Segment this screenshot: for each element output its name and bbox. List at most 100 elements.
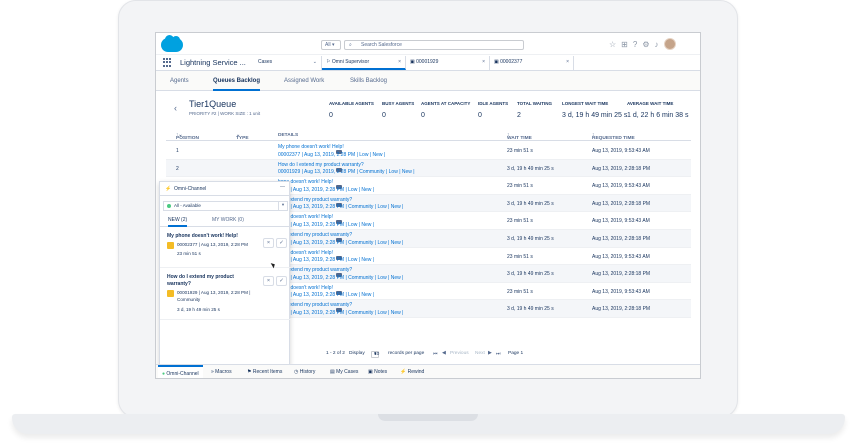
row-title-link[interactable]: How do I extend my product warranty? — [278, 162, 364, 168]
available-status-icon — [167, 204, 171, 208]
utility-macros[interactable]: » Macros — [211, 365, 232, 378]
decline-button[interactable]: × — [263, 276, 274, 286]
row-meta-link[interactable]: 1929 | Aug 13, 2019, 2:28 PM | Community… — [278, 310, 403, 316]
back-arrow-icon[interactable]: ‹ — [174, 103, 177, 113]
case-icon — [167, 242, 174, 249]
laptop-notch — [378, 414, 478, 421]
page-indicator: Page 1 — [508, 351, 524, 356]
tab-omni-supervisor[interactable]: ⚐ Omni Supervisor × — [322, 56, 406, 70]
row-meta-link[interactable]: 1929 | Aug 13, 2019, 2:28 PM | Community… — [278, 275, 403, 281]
stat-agents-at-capacity: AGENTS AT CAPACITY 0 — [421, 101, 471, 119]
table-row[interactable]: 1 My phone doesn't work! Help! 00002377 | … — [166, 142, 691, 160]
tab-assigned-work[interactable]: Assigned Work — [284, 71, 324, 91]
row-wait-time: 23 min 51 s — [507, 253, 533, 260]
decline-button[interactable]: × — [263, 238, 274, 248]
favorites-icon[interactable]: ☆ — [609, 40, 616, 49]
stat-idle-agents: IDLE AGENTS 0 — [478, 101, 509, 119]
tab-case-00002377[interactable]: ▣ 00002377 × — [490, 56, 574, 70]
utility-rewind[interactable]: ⚡ Rewind — [400, 365, 424, 378]
queue-subtitle: PRIORITY #2 | WORK SIZE : 1 unit — [189, 111, 261, 116]
utility-bar: ● Omni-Channel » Macros ⚑ Recent Items ◷… — [156, 364, 700, 378]
row-wait-time: 23 min 51 s — [507, 148, 533, 154]
row-title-link[interactable]: My phone doesn't work! Help! — [278, 144, 344, 150]
last-page-icon[interactable]: ⏭ — [496, 351, 500, 357]
tab-my-work[interactable]: MY WORK (0) — [212, 215, 244, 227]
row-requested-time: Aug 13, 2019, 9:53:43 AM — [592, 183, 650, 190]
tab-new-work[interactable]: NEW (2) — [168, 215, 188, 227]
col-details: DETAILS — [278, 133, 299, 138]
case-icon — [167, 290, 174, 297]
row-meta-link[interactable]: 1929 | Aug 13, 2019, 2:28 PM | Community… — [278, 204, 403, 210]
global-search-input[interactable]: ⌕ Search Salesforce — [344, 40, 524, 50]
tab-skills-backlog[interactable]: Skills Backlog — [350, 71, 387, 91]
next-page-icon[interactable]: ▶ — [488, 351, 492, 356]
user-avatar[interactable] — [663, 38, 676, 50]
salesforce-logo[interactable] — [161, 35, 183, 52]
tab-agents[interactable]: Agents — [170, 71, 189, 91]
presence-status-select[interactable]: All - Available ▾ — [163, 201, 288, 211]
col-wait-time[interactable]: WAIT TIME ↕ — [507, 133, 532, 141]
accept-button[interactable]: ✓ — [276, 238, 287, 248]
queue-title: Tier1Queue — [189, 99, 237, 109]
tab-case-00001929[interactable]: ▣ 00001929 × — [406, 56, 490, 70]
col-requested-time[interactable]: REQUESTED TIME ↕ — [592, 133, 635, 141]
stat-longest-wait: LONGEST WAIT TIME 3 d, 19 h 49 min 25 s — [562, 101, 628, 119]
row-meta-link[interactable]: 2377 | Aug 13, 2019, 2:28 PM | Low | New… — [278, 257, 374, 263]
close-icon[interactable]: × — [482, 56, 485, 69]
col-position[interactable]: POSITION ↑⌄ — [176, 133, 199, 141]
row-requested-time: Aug 13, 2019, 9:53:43 AM — [592, 253, 650, 260]
close-icon[interactable]: × — [398, 56, 401, 69]
tab-queues-backlog[interactable]: Queues Backlog — [213, 71, 261, 91]
header-icons: ☆ ⊞ ? ⚙ ♪ — [609, 38, 676, 50]
table-row[interactable]: 2 How do I extend my product warranty? 000… — [166, 159, 691, 178]
stat-total-waiting: TOTAL WAITING 2 — [517, 101, 552, 119]
accept-button[interactable]: ✓ — [276, 276, 287, 286]
chevron-down-icon[interactable]: ▾ — [278, 201, 287, 211]
row-requested-time: Aug 13, 2019, 2:28:18 PM — [592, 271, 651, 278]
row-meta-link[interactable]: 1929 | Aug 13, 2019, 2:28 PM | Community… — [278, 240, 403, 246]
row-wait-time: 3 d, 19 h 49 min 25 s — [507, 200, 554, 207]
row-requested-time: Aug 13, 2019, 2:28:18 PM — [592, 236, 651, 242]
utility-history[interactable]: ◷ History — [294, 365, 315, 378]
row-meta-link[interactable]: 2377 | Aug 13, 2019, 2:28 PM | Low | New… — [278, 222, 374, 228]
row-meta-link[interactable]: 00001929 | Aug 13, 2019, 2:28 PM | Commu… — [278, 169, 415, 175]
help-icon[interactable]: ? — [633, 40, 637, 49]
workspace-tab-bar: Lightning Service ... Cases ⌄ ⚐ Omni Supe… — [156, 55, 700, 71]
utility-my-cases[interactable]: ▤ My Cases — [330, 365, 358, 378]
pager-range: 1 - 2 of 2 — [326, 351, 345, 356]
setup-gear-icon[interactable]: ⚙ — [642, 40, 649, 49]
row-meta-link[interactable]: 2377 | Aug 13, 2019, 2:28 PM | Low | New… — [278, 292, 374, 298]
prev-page-icon[interactable]: ◀ — [442, 351, 446, 356]
stat-average-wait: AVERAGE WAIT TIME 1 d, 22 h 6 min 38 s — [627, 101, 689, 119]
row-wait-time: 3 d, 19 h 49 min 25 s — [507, 306, 554, 313]
app-launcher-icon[interactable] — [163, 58, 172, 67]
backlog-grid-header: POSITION ↑⌄ TYPE ⌄ DETAILS WAIT TIME ↕ R… — [166, 130, 691, 141]
previous-button[interactable]: Previous — [450, 351, 469, 356]
row-position: 2 — [176, 165, 179, 172]
stat-available-agents: AVAILABLE AGENTS 0 — [329, 101, 374, 119]
chevron-down-icon[interactable]: ⌄ — [313, 56, 317, 69]
row-wait-time: 23 min 51 s — [507, 183, 533, 190]
notifications-bell-icon[interactable]: ♪ — [655, 40, 659, 49]
search-scope-select[interactable]: All ▾ — [321, 40, 341, 50]
omni-channel-header: ⚡ Omni-Channel — — [160, 182, 291, 196]
row-meta-link[interactable]: 2377 | Aug 13, 2019, 2:28 PM | Low | New… — [278, 187, 374, 193]
row-wait-time: 3 d, 19 h 49 min 25 s — [507, 165, 554, 172]
page-size-select[interactable]: 10 ▾ — [371, 351, 380, 358]
app-name: Lightning Service ... — [180, 58, 246, 67]
minimize-icon[interactable]: — — [280, 180, 285, 194]
col-type[interactable]: TYPE ⌄ — [236, 133, 249, 141]
add-icon[interactable]: ⊞ — [621, 40, 628, 49]
search-icon: ⌕ — [349, 42, 352, 48]
utility-omni-channel[interactable]: ● Omni-Channel — [158, 365, 203, 378]
utility-notes[interactable]: ▣ Notes — [368, 365, 387, 378]
work-item[interactable]: How do I extend my product warranty? 000… — [160, 270, 291, 320]
next-button[interactable]: Next — [475, 351, 485, 356]
global-header: All ▾ ⌕ Search Salesforce ☆ ⊞ ? ⚙ ♪ — [156, 33, 700, 55]
row-wait-time: 23 min 51 s — [507, 218, 533, 225]
first-page-icon[interactable]: ⏮ — [433, 351, 437, 357]
utility-recent-items[interactable]: ⚑ Recent Items — [247, 365, 282, 378]
tab-cases[interactable]: Cases ⌄ — [254, 56, 322, 70]
row-meta-link[interactable]: 00002377 | Aug 13, 2019, 2:28 PM | Low |… — [278, 152, 385, 158]
close-icon[interactable]: × — [566, 56, 569, 69]
